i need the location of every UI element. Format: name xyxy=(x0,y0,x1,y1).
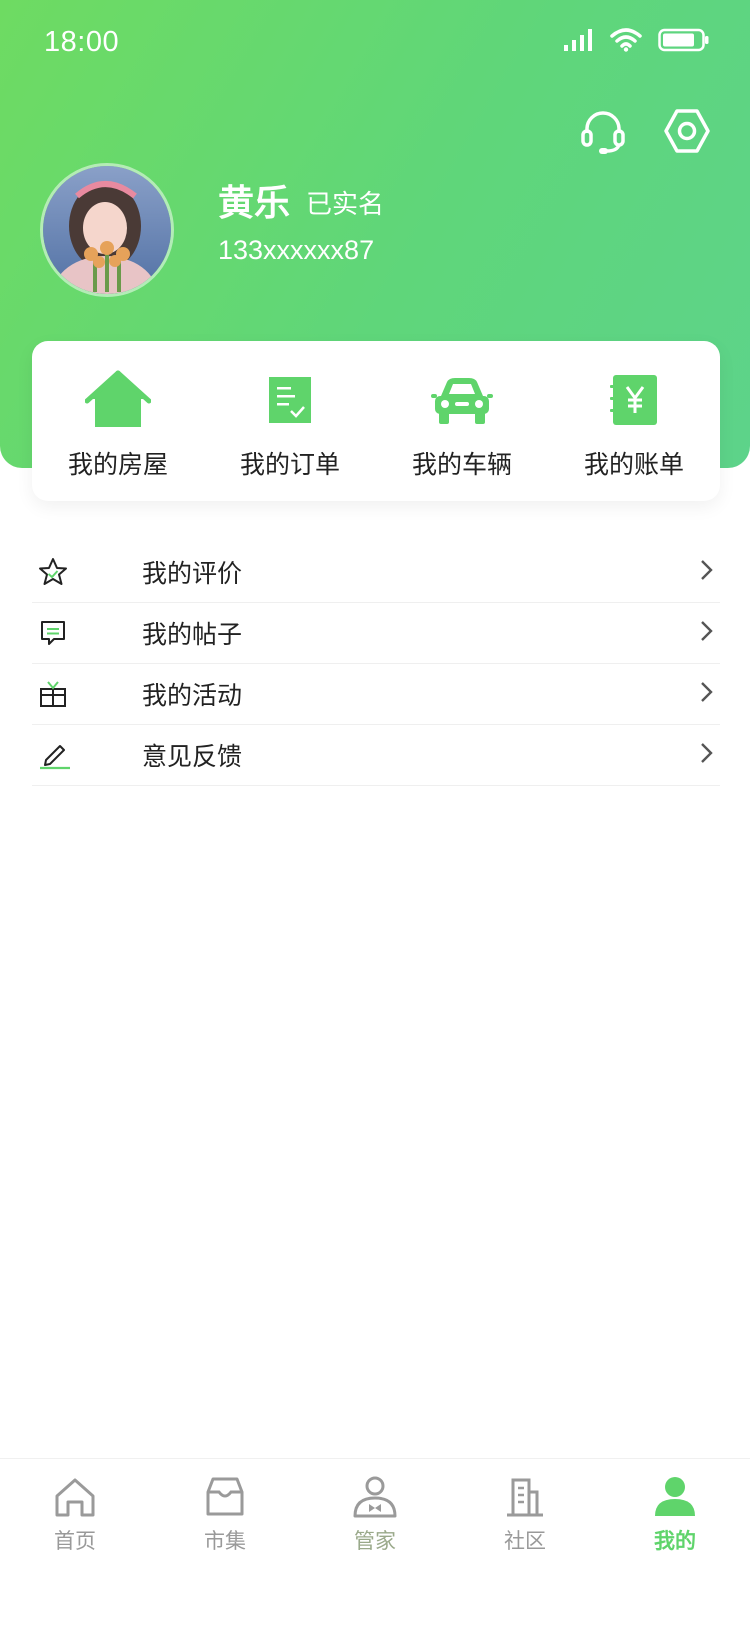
menu-item-label: 我的评价 xyxy=(142,559,243,588)
bill-yen-icon xyxy=(599,369,669,431)
home-icon xyxy=(50,1473,100,1521)
gift-icon xyxy=(32,679,76,709)
hexagon-settings-icon xyxy=(663,107,711,159)
menu-item-label: 我的帖子 xyxy=(142,620,243,649)
quick-action-my-orders[interactable]: 我的订单 xyxy=(215,369,365,481)
car-icon xyxy=(427,369,497,431)
menu-item-my-activities[interactable]: 我的活动 xyxy=(32,664,720,725)
chat-bubble-icon xyxy=(32,618,76,648)
headset-icon xyxy=(579,107,627,159)
menu-item-my-posts[interactable]: 我的帖子 xyxy=(32,603,720,664)
user-phone: 133xxxxxx87 xyxy=(218,235,375,265)
menu-list: 我的评价 我的帖子 我的活动 意见反馈 xyxy=(32,542,720,786)
chevron-right-icon xyxy=(700,620,714,646)
quick-action-my-house[interactable]: 我的房屋 xyxy=(43,369,193,481)
quick-action-my-vehicle[interactable]: 我的车辆 xyxy=(387,369,537,481)
menu-item-feedback[interactable]: 意见反馈 xyxy=(32,725,720,786)
chevron-right-icon xyxy=(700,559,714,585)
house-icon xyxy=(83,369,153,431)
status-icons xyxy=(564,28,710,56)
person-icon xyxy=(650,1473,700,1521)
wifi-icon xyxy=(610,28,642,56)
quick-actions-card: 我的房屋 我的订单 我的车辆 我的账单 xyxy=(32,341,720,501)
chevron-right-icon xyxy=(700,742,714,768)
tab-label: 管家 xyxy=(354,1529,396,1553)
quick-action-label: 我的车辆 xyxy=(411,450,512,479)
butler-icon xyxy=(350,1473,400,1521)
tab-mine[interactable]: 我的 xyxy=(600,1473,750,1625)
menu-item-label: 我的活动 xyxy=(142,681,243,710)
quick-action-my-bills[interactable]: 我的账单 xyxy=(559,369,709,481)
status-time: 18:00 xyxy=(44,26,120,58)
tab-community[interactable]: 社区 xyxy=(450,1473,600,1625)
quick-action-label: 我的房屋 xyxy=(67,450,168,479)
status-bar: 18:00 xyxy=(0,0,750,90)
tab-home[interactable]: 首页 xyxy=(0,1473,150,1625)
settings-button[interactable] xyxy=(662,108,712,158)
user-name: 黄乐 xyxy=(218,183,291,224)
tab-market[interactable]: 市集 xyxy=(150,1473,300,1625)
market-box-icon xyxy=(200,1473,250,1521)
chevron-right-icon xyxy=(700,681,714,707)
tab-label: 市集 xyxy=(204,1529,246,1553)
quick-action-label: 我的订单 xyxy=(239,450,340,479)
battery-icon xyxy=(658,28,710,56)
star-icon xyxy=(32,557,76,587)
verified-badge: 已实名 xyxy=(306,190,385,220)
customer-service-button[interactable] xyxy=(578,108,628,158)
menu-item-label: 意见反馈 xyxy=(142,742,243,771)
building-icon xyxy=(500,1473,550,1521)
bottom-tab-bar: 首页 市集 管家 社区 我的 xyxy=(0,1458,750,1625)
menu-item-my-reviews[interactable]: 我的评价 xyxy=(32,542,720,603)
tab-label: 我的 xyxy=(654,1529,696,1553)
signal-icon xyxy=(564,29,594,55)
order-checklist-icon xyxy=(255,369,325,431)
tab-butler[interactable]: 管家 xyxy=(300,1473,450,1625)
quick-action-label: 我的账单 xyxy=(583,450,684,479)
top-actions xyxy=(578,108,712,158)
avatar[interactable] xyxy=(40,163,174,297)
tab-label: 社区 xyxy=(504,1529,546,1553)
pencil-icon xyxy=(32,740,76,770)
tab-label: 首页 xyxy=(54,1529,96,1553)
